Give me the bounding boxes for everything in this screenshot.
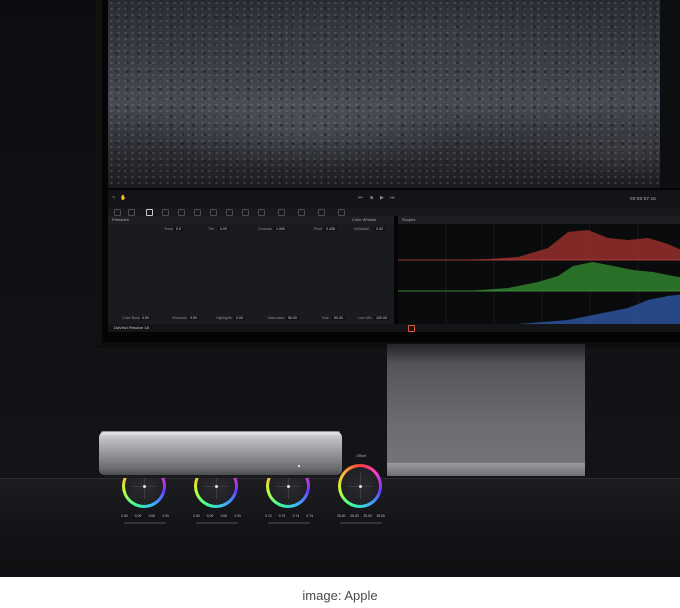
gamma-b[interactable]: 0.00 [233,514,242,518]
color-page-tab[interactable] [408,325,415,332]
video-viewer [108,0,660,188]
gain-r[interactable]: 0.74 [277,514,287,518]
stop-icon[interactable]: ■ [370,195,373,201]
app-name: DaVinci Resolve 18 [114,325,149,330]
toolbar-tool-5[interactable] [178,209,185,216]
mac-mini-top [101,431,340,435]
offset-master-slider[interactable] [340,522,382,524]
toolbar-tool-6[interactable] [194,209,201,216]
param-tint-value[interactable]: 0.00 [218,227,229,231]
stand-foot [387,463,585,476]
rock-texture [108,0,660,188]
gain-puck[interactable] [287,485,290,488]
toolbar-tool-10[interactable] [258,209,265,216]
offset-r[interactable]: 25.00 [349,514,360,518]
toolbar-tool-9[interactable] [242,209,249,216]
param-lummix-label: Lum Mix [358,316,372,320]
blue-trace [398,294,680,324]
timecode: 00:00:07:16 [630,196,656,201]
toolbar-tool-12[interactable] [298,209,305,216]
toolbar-tool-14[interactable] [338,209,345,216]
primaries-panel: Temp 0.0 Tint 0.00 Contrast 1.000 Pivot … [108,224,394,524]
gain-master-slider[interactable] [268,522,310,524]
gamma-master-slider[interactable] [196,522,238,524]
param-hue-value[interactable]: 50.00 [332,316,345,320]
toolbar-tool-1[interactable] [114,209,121,216]
gamma-puck[interactable] [215,485,218,488]
param-contrast-label: Contrast [258,227,272,231]
power-led [298,465,300,467]
gain-b[interactable]: 0.74 [305,514,314,518]
lift-r[interactable]: 0.00 [133,514,143,518]
lift-y[interactable]: 0.00 [120,514,129,518]
param-tint-label: Tint [208,227,214,231]
scopes-header: Scopes [398,216,680,224]
rewind-icon[interactable]: ⏮ [358,195,363,201]
play-icon[interactable]: ▶ [380,195,384,201]
gamma-g[interactable]: 0.00 [219,514,229,518]
studio-display: ↖ ✋ ⏮ ■ ▶ ⏭ 00:00:07:16 Primaries Color … [96,0,680,524]
lift-b[interactable]: 0.00 [161,514,170,518]
lift-puck[interactable] [143,485,146,488]
scope-graticule [398,224,680,324]
pointer-icon[interactable]: ↖ [112,195,116,201]
param-lummix-value[interactable]: 100.00 [374,316,389,320]
offset-b[interactable]: 25.00 [375,514,386,518]
param-saturation-label: Saturation [268,316,285,320]
param-pivot-value[interactable]: 0.435 [324,227,337,231]
page-bar [108,324,680,332]
stand-shadow [387,344,585,364]
image-credit: image: Apple [302,588,378,603]
param-colorboost-value[interactable]: 0.00 [140,316,151,320]
param-shadows-label: Shadows [172,316,187,320]
red-trace [398,230,680,260]
param-shadows-value[interactable]: 0.00 [188,316,199,320]
fast-forward-icon[interactable]: ⏭ [390,195,395,201]
color-wheels-tool[interactable] [146,209,153,216]
transport-bar: ↖ ✋ ⏮ ■ ▶ ⏭ 00:00:07:16 [108,190,680,208]
gamma-r[interactable]: 0.00 [205,514,215,518]
toolbar-tool-8[interactable] [226,209,233,216]
param-highlights-label: Highlights [216,316,232,320]
toolbar-tool-2[interactable] [128,209,135,216]
toolbar-tool-13[interactable] [318,209,325,216]
lift-master-slider[interactable] [124,522,166,524]
toolbar-tool-11[interactable] [278,209,285,216]
lift-values: 0.00 0.00 0.00 0.00 [120,514,170,518]
toolbar-tool-7[interactable] [210,209,217,216]
param-contrast-value[interactable]: 1.000 [274,227,287,231]
green-trace [398,262,680,291]
scopes-title: Scopes [402,217,416,222]
offset-values: 25.00 25.00 25.00 25.00 [336,514,386,518]
param-hue-label: Hue [322,316,329,320]
gamma-values: 0.00 0.00 0.00 0.00 [192,514,242,518]
primaries-title: Primaries [112,217,129,222]
gain-g[interactable]: 0.74 [291,514,301,518]
hand-icon[interactable]: ✋ [120,195,126,201]
lift-g[interactable]: 0.00 [147,514,157,518]
toolbar-tool-4[interactable] [162,209,169,216]
offset-y[interactable]: 25.00 [336,514,347,518]
product-photo: ↖ ✋ ⏮ ■ ▶ ⏭ 00:00:07:16 Primaries Color … [0,0,680,577]
param-temp-value[interactable]: 0.0 [174,227,183,231]
param-mddetail-label: Md/detail [354,227,369,231]
param-pivot-label: Pivot [314,227,322,231]
offset-puck[interactable] [359,485,362,488]
wheel-offset-label: Offset [355,454,367,458]
param-saturation-value[interactable]: 50.00 [286,316,299,320]
param-highlights-value[interactable]: 0.00 [234,316,245,320]
param-colorboost-label: Color Boost [122,316,141,320]
gain-values: 0.74 0.74 0.74 0.74 [264,514,314,518]
mac-mini [99,432,342,475]
primaries-header: Primaries Color Wheels [108,216,394,224]
param-mddetail-value[interactable]: 0.00 [374,227,385,231]
color-toolbar [108,208,680,216]
gamma-y[interactable]: 0.00 [192,514,201,518]
offset-g[interactable]: 25.00 [362,514,373,518]
gain-y[interactable]: 0.74 [264,514,273,518]
parade-scope [398,224,680,324]
viewer-side-panel [660,0,680,188]
color-wheels-title[interactable]: Color Wheels [352,216,376,224]
param-temp-label: Temp [164,227,173,231]
